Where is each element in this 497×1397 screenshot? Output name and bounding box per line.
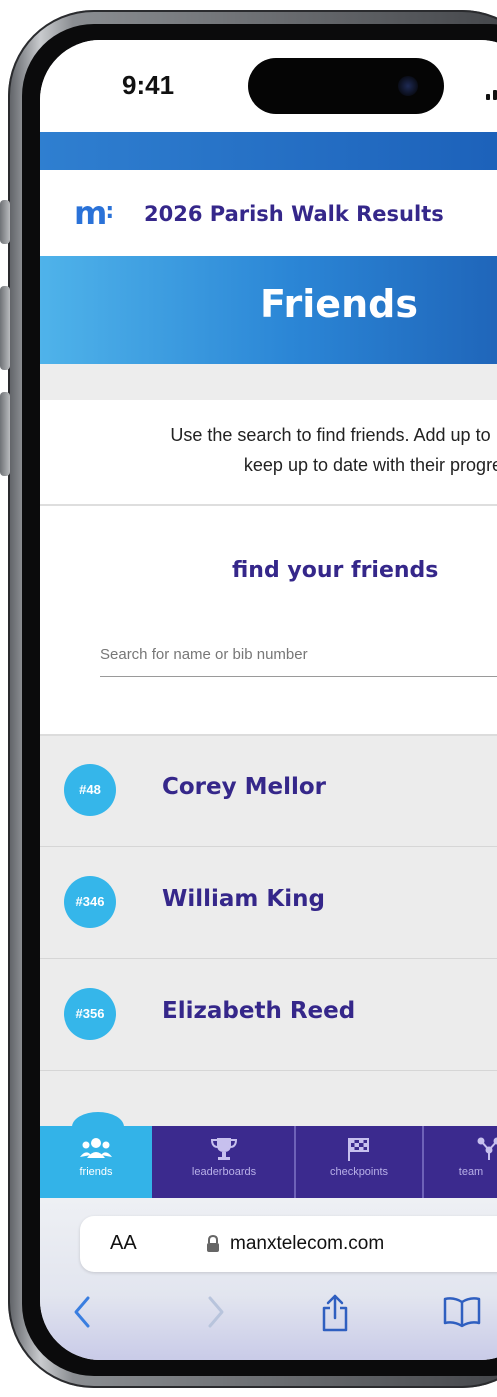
forward-icon[interactable] xyxy=(204,1294,228,1330)
friend-name[interactable]: Elizabeth Reed xyxy=(162,998,355,1024)
search-input[interactable] xyxy=(100,632,497,677)
url-text[interactable]: manxtelecom.com xyxy=(230,1233,384,1255)
users-icon xyxy=(80,1138,112,1158)
intro-text-section: Use the search to find friends. Add up t… xyxy=(40,400,497,506)
app-title: 2026 Parish Walk Results xyxy=(144,202,444,226)
dynamic-island xyxy=(248,58,444,114)
section-divider xyxy=(40,364,497,400)
side-button-volume-down xyxy=(0,392,10,476)
address-bar[interactable]: AA manxtelecom.com xyxy=(80,1216,497,1272)
bottom-tab-bar: friends leaderboards checkpoints team xyxy=(40,1126,497,1198)
phone-screen: 9:41 m: 2026 Parish Walk Results Friends… xyxy=(40,40,497,1360)
tab-leaderboards[interactable]: leaderboards xyxy=(154,1126,296,1198)
find-friends-heading: find your friends xyxy=(232,558,439,583)
app-header: m: 2026 Parish Walk Results xyxy=(40,170,497,256)
trophy-icon xyxy=(210,1138,238,1160)
friends-list: #48 Corey Mellor #346 William King #356 … xyxy=(40,734,497,1128)
page-header: Friends xyxy=(40,256,497,364)
tab-friends[interactable]: friends xyxy=(40,1126,152,1198)
text-size-button[interactable]: AA xyxy=(110,1232,137,1255)
friend-name[interactable]: Corey Mellor xyxy=(162,774,326,800)
friend-row[interactable]: #48 Corey Mellor xyxy=(40,736,497,847)
camera-icon xyxy=(398,76,418,96)
tab-label: team xyxy=(458,1166,484,1178)
share-icon[interactable] xyxy=(320,1294,350,1332)
device-photo: 9:41 m: 2026 Parish Walk Results Friends… xyxy=(0,0,497,1397)
search-card: find your friends xyxy=(40,506,497,732)
signal-icon xyxy=(486,86,497,100)
intro-text: Use the search to find friends. Add up t… xyxy=(78,420,497,480)
tab-label: friends xyxy=(79,1166,113,1178)
team-icon xyxy=(477,1137,497,1160)
intro-line-1: Use the search to find friends. Add up t… xyxy=(170,425,497,445)
friend-row[interactable]: #346 William King xyxy=(40,848,497,959)
bib-badge: #356 xyxy=(64,988,116,1040)
browser-toolbar: AA manxtelecom.com xyxy=(40,1198,497,1360)
bib-badge: #346 xyxy=(64,876,116,928)
bookmarks-icon[interactable] xyxy=(442,1294,482,1328)
browser-nav xyxy=(40,1294,497,1334)
status-bar: 9:41 xyxy=(40,40,497,132)
header-band xyxy=(40,132,497,170)
intro-line-2: keep up to date with their progre xyxy=(243,455,497,475)
flag-icon xyxy=(348,1138,369,1161)
tab-checkpoints[interactable]: checkpoints xyxy=(296,1126,424,1198)
page-title: Friends xyxy=(260,282,418,326)
status-time: 9:41 xyxy=(122,70,175,100)
tab-team[interactable]: team xyxy=(424,1126,497,1198)
side-button-volume-up xyxy=(0,286,10,370)
back-icon[interactable] xyxy=(70,1294,94,1330)
manx-telecom-logo-icon[interactable]: m: xyxy=(74,194,114,232)
bib-badge: #48 xyxy=(64,764,116,816)
tab-label: leaderboards xyxy=(191,1166,257,1178)
friend-name[interactable]: William King xyxy=(162,886,325,912)
friend-row[interactable]: #356 Elizabeth Reed xyxy=(40,960,497,1071)
lock-icon xyxy=(207,1235,219,1252)
side-button-silent xyxy=(0,200,10,244)
